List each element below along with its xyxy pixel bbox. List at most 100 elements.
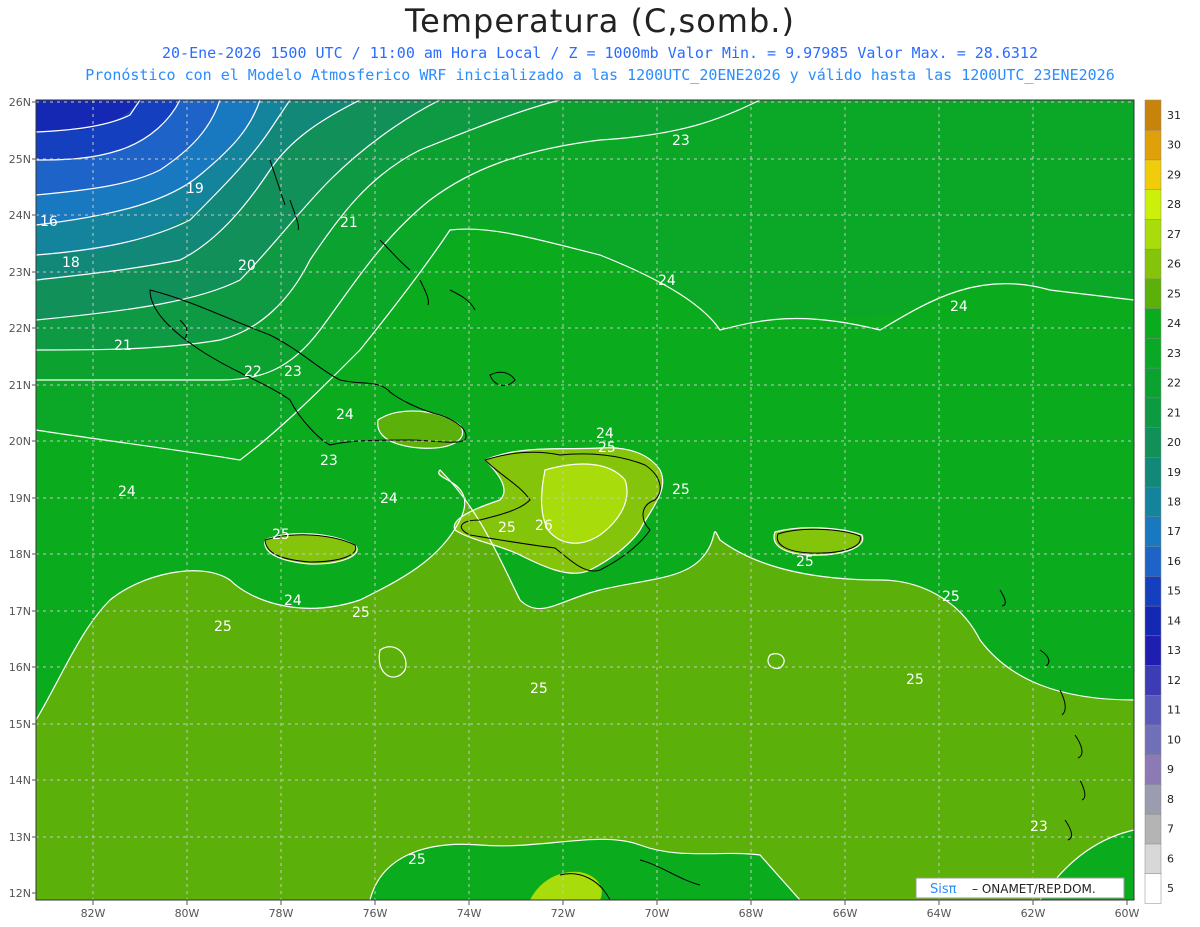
colorbar-swatch — [1144, 843, 1162, 874]
colorbar-swatch — [1144, 694, 1162, 726]
contour-label: 24 — [950, 299, 968, 315]
credit-text: – ONAMET/REP.DOM. — [972, 882, 1096, 896]
lat-label: 26N — [9, 96, 31, 109]
colorbar-label: 19 — [1167, 466, 1181, 479]
colorbar-label: 27 — [1167, 228, 1181, 241]
colorbar-swatch — [1144, 159, 1162, 190]
colorbar-label: 15 — [1167, 585, 1181, 598]
colorbar-label: 14 — [1167, 615, 1181, 628]
colorbar-swatch — [1144, 188, 1162, 220]
colorbar-label: 30 — [1167, 139, 1181, 152]
colorbar-swatch — [1144, 724, 1162, 756]
colorbar-swatch — [1144, 456, 1162, 488]
colorbar-swatch — [1144, 664, 1162, 696]
colorbar-label: 5 — [1167, 882, 1174, 895]
lat-label: 18N — [9, 548, 31, 561]
colorbar-swatch — [1144, 337, 1162, 369]
contour-label: 25 — [942, 589, 960, 605]
colorbar-swatch — [1144, 218, 1162, 250]
lat-label: 20N — [9, 435, 31, 448]
latitude-axis: 26N 25N 24N 23N 22N 21N 20N 19N 18N 17N … — [9, 96, 31, 900]
colorbar-label: 8 — [1167, 793, 1174, 806]
lat-label: 12N — [9, 887, 31, 900]
contour-label: 25 — [408, 852, 426, 868]
lat-label: 13N — [9, 831, 31, 844]
colorbar-label: 26 — [1167, 258, 1181, 271]
colorbar-swatch — [1144, 605, 1162, 637]
contour-label: 23 — [284, 364, 302, 380]
credit-brand: Sisπ — [930, 882, 957, 897]
colorbar-swatch — [1144, 545, 1162, 577]
colorbar-label: 31 — [1167, 109, 1181, 122]
colorbar-swatch — [1144, 426, 1162, 458]
colorbar-swatch — [1144, 99, 1162, 131]
colorbar-swatch — [1144, 813, 1162, 845]
colorbar-label: 21 — [1167, 406, 1181, 419]
colorbar-label: 12 — [1167, 674, 1181, 687]
lat-label: 22N — [9, 322, 31, 335]
lon-label: 74W — [457, 907, 482, 920]
lon-label: 80W — [175, 907, 200, 920]
contour-label: 25 — [672, 482, 690, 498]
colorbar-label: 18 — [1167, 496, 1181, 509]
longitude-axis: 82W 80W 78W 76W 74W 72W 70W 68W 66W 64W … — [81, 907, 1140, 920]
contour-label: 21 — [340, 215, 358, 231]
lat-ticks — [32, 101, 36, 894]
lon-label: 68W — [739, 907, 764, 920]
lon-label: 60W — [1115, 907, 1140, 920]
contour-label: 24 — [380, 491, 398, 507]
contour-label: 23 — [672, 133, 690, 149]
colorbar-label: 6 — [1167, 852, 1174, 865]
credit-box: Sisπ – ONAMET/REP.DOM. — [915, 877, 1125, 899]
contour-label: 19 — [186, 181, 204, 197]
lon-label: 62W — [1021, 907, 1046, 920]
contour-label: 25 — [530, 681, 548, 697]
lat-label: 16N — [9, 661, 31, 674]
lat-label: 24N — [9, 209, 31, 222]
colorbar-label: 17 — [1167, 525, 1181, 538]
contour-label: 25 — [352, 605, 370, 621]
contour-label: 25 — [796, 554, 814, 570]
contour-label: 24 — [658, 273, 676, 289]
lat-label: 19N — [9, 492, 31, 505]
colorbar-label: 16 — [1167, 555, 1181, 568]
colorbar-label: 20 — [1167, 436, 1181, 449]
colorbar-swatch — [1144, 248, 1162, 280]
colorbar-swatch — [1144, 516, 1162, 547]
colorbar-label: 7 — [1167, 823, 1174, 836]
colorbar-swatch — [1144, 575, 1162, 607]
colorbar-label: 9 — [1167, 763, 1174, 776]
contour-label: 23 — [320, 453, 338, 469]
contour-label: 21 — [114, 338, 132, 354]
lat-label: 23N — [9, 266, 31, 279]
contour-label: 24 — [336, 407, 354, 423]
contour-label: 22 — [244, 364, 262, 380]
lon-label: 66W — [833, 907, 858, 920]
contour-label: 18 — [62, 255, 80, 271]
colorbar-swatch — [1144, 486, 1162, 518]
contour-label: 25 — [598, 440, 616, 456]
colorbar-swatch — [1144, 783, 1162, 815]
colorbar-label: 10 — [1167, 733, 1181, 746]
lon-label: 78W — [269, 907, 294, 920]
contour-label: 23 — [1030, 819, 1048, 835]
contour-label: 25 — [498, 520, 516, 536]
contour-label: 24 — [284, 593, 302, 609]
colorbar-label: 22 — [1167, 377, 1181, 390]
lon-label: 70W — [645, 907, 670, 920]
colorbar-swatch — [1144, 754, 1162, 785]
colorbar-swatch — [1144, 873, 1162, 904]
lat-label: 15N — [9, 718, 31, 731]
colorbar-swatch — [1144, 635, 1162, 666]
lon-label: 76W — [363, 907, 388, 920]
colorbar-label: 11 — [1167, 704, 1181, 717]
lon-label: 82W — [81, 907, 106, 920]
colorbar-swatch — [1144, 307, 1162, 339]
lat-label: 21N — [9, 379, 31, 392]
temperature-map: 16 18 19 20 21 21 22 23 23 23 24 24 24 2… — [9, 96, 1181, 920]
colorbar-label: 24 — [1167, 317, 1181, 330]
colorbar-label: 23 — [1167, 347, 1181, 360]
colorbar-label: 28 — [1167, 198, 1181, 211]
colorbar-swatch — [1144, 278, 1162, 309]
colorbar-swatch — [1144, 397, 1162, 428]
